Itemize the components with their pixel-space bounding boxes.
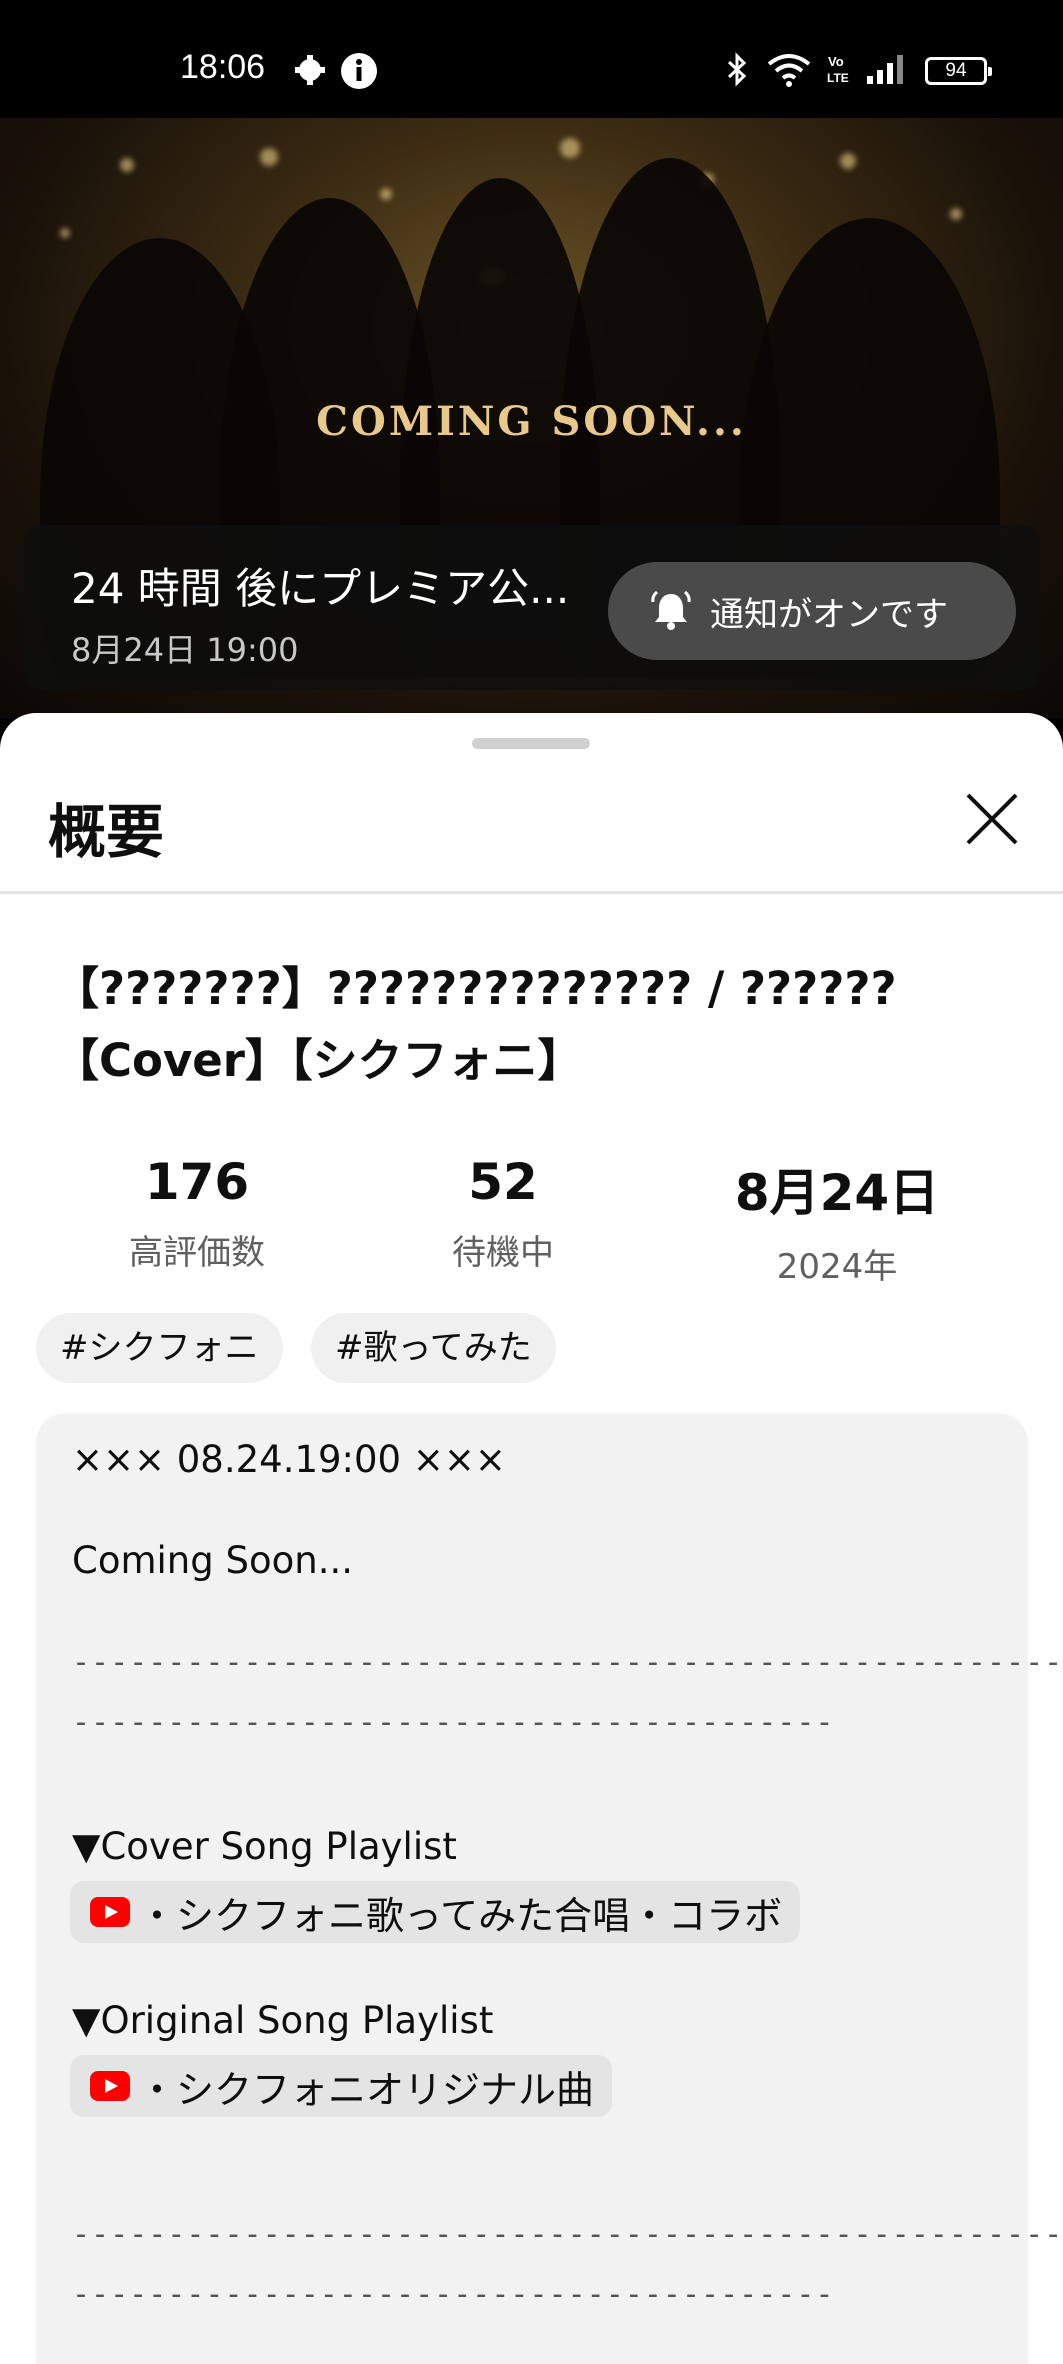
- stat-likes: 176 高評価数: [97, 1153, 297, 1274]
- description-line: ××× 08.24.19:00 ×××: [72, 1438, 506, 1481]
- cover-playlist-link[interactable]: ・シクフォニ歌ってみた合唱・コラボ: [70, 1881, 801, 1943]
- description-box: ××× 08.24.19:00 ××× Coming Soon... -----…: [36, 1413, 1063, 2364]
- video-title: 【???????】?????????????? / ??????【Cover】【…: [54, 962, 897, 1087]
- stat-waiting: 52 待機中: [403, 1153, 603, 1274]
- stat-label: 高評価数: [129, 1233, 265, 1273]
- stat-label: 待機中: [452, 1233, 554, 1273]
- battery-indicator: 94: [925, 57, 992, 85]
- description-separator: ----------------------------------------…: [72, 2217, 1063, 2252]
- stat-label: 2024年: [776, 1247, 898, 1287]
- svg-text:LTE: LTE: [827, 71, 849, 85]
- description-separator: ----------------------------------------: [72, 1705, 835, 1740]
- playlist-label: ・シクフォニオリジナル曲: [138, 2067, 595, 2112]
- video-player[interactable]: COMING SOON... 24 時間 後にプレミア公... 8月24日 19…: [0, 118, 1063, 718]
- description-separator: ----------------------------------------…: [72, 1645, 1063, 1680]
- drag-handle[interactable]: [472, 738, 590, 749]
- premiere-card: 24 時間 後にプレミア公... 8月24日 19:00 通知がオンです: [24, 525, 1040, 690]
- close-button[interactable]: [962, 789, 1022, 849]
- svg-text:Vo: Vo: [828, 54, 844, 69]
- original-playlist-heading: ▼Original Song Playlist: [72, 1999, 494, 2042]
- premiere-title: 24 時間 後にプレミア公...: [71, 564, 570, 613]
- volte-icon: Vo LTE: [827, 54, 849, 85]
- bell-ringing-icon: [651, 590, 691, 630]
- playlist-label: ・シクフォニ歌ってみた合唱・コラボ: [138, 1893, 783, 1938]
- stat-value: 8月24日: [734, 1164, 940, 1222]
- cover-playlist-heading: ▼Cover Song Playlist: [72, 1825, 457, 1868]
- status-time: 18:06: [180, 48, 266, 86]
- info-icon: [341, 53, 377, 89]
- description-line: Coming Soon...: [72, 1539, 353, 1582]
- youtube-icon: [90, 1897, 130, 1927]
- bluetooth-icon: [727, 52, 747, 87]
- wifi-icon: [767, 54, 811, 87]
- settings-gear-icon: [295, 55, 325, 85]
- hashtag-chip[interactable]: #歌ってみた: [311, 1313, 556, 1383]
- notification-label: 通知がオンです: [710, 594, 948, 635]
- description-separator: ----------------------------------------: [72, 2277, 835, 2312]
- close-icon: [966, 793, 1018, 845]
- description-sheet: 概要 【???????】?????????????? / ??????【Cove…: [0, 713, 1063, 2364]
- notification-on-button[interactable]: 通知がオンです: [608, 562, 1016, 660]
- hashtag-chip[interactable]: #シクフォニ: [36, 1313, 283, 1383]
- header-divider: [0, 891, 1063, 894]
- stat-value: 52: [468, 1153, 538, 1211]
- coming-soon-overlay: COMING SOON...: [316, 398, 747, 445]
- signal-icon: [867, 55, 903, 84]
- stat-date: 8月24日 2024年: [717, 1153, 957, 1288]
- stat-value: 176: [144, 1153, 250, 1211]
- sheet-title: 概要: [48, 798, 165, 866]
- status-bar: 18:06 Vo LTE 94: [0, 0, 1063, 118]
- premiere-date: 8月24日 19:00: [71, 631, 299, 669]
- youtube-icon: [90, 2071, 130, 2101]
- original-playlist-link[interactable]: ・シクフォニオリジナル曲: [70, 2055, 613, 2117]
